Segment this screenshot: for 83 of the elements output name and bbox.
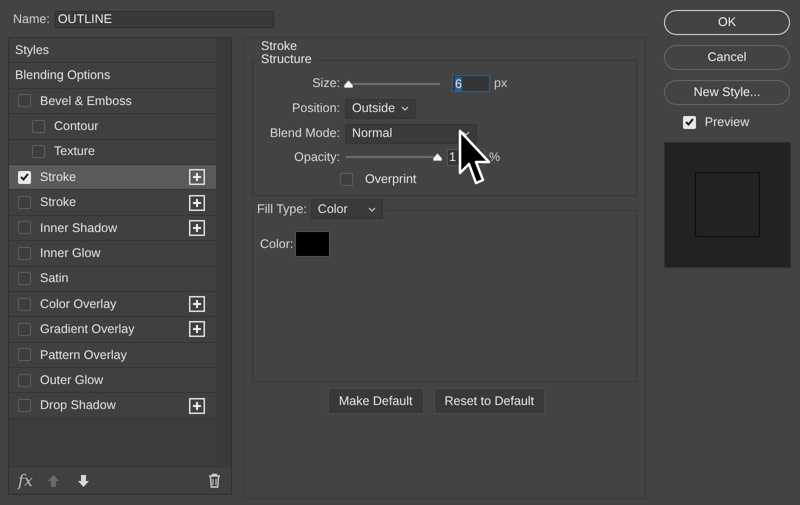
unit-label: px — [494, 75, 508, 92]
position-dropdown[interactable]: Outside — [345, 98, 416, 118]
style-list-item[interactable]: Blending Options — [9, 63, 216, 89]
fill-type-label: Fill Type: — [257, 200, 307, 218]
section-title: Stroke — [261, 39, 298, 53]
checkbox[interactable] — [18, 196, 31, 210]
style-list-item[interactable]: Inner Shadow — [9, 216, 216, 242]
checkbox[interactable] — [18, 272, 31, 286]
item-label: Stroke — [40, 168, 76, 186]
style-list-item[interactable]: Color Overlay — [9, 292, 216, 318]
style-list-item[interactable]: Gradient Overlay — [9, 317, 216, 343]
checkbox[interactable] — [18, 399, 31, 412]
item-label: Drop Shadow — [40, 397, 116, 414]
checkbox[interactable] — [340, 172, 353, 186]
checkbox[interactable] — [682, 116, 696, 129]
add-icon[interactable] — [189, 296, 205, 312]
overprint-label: Overprint — [365, 170, 416, 188]
style-list-item[interactable]: Inner Glow — [9, 241, 216, 267]
down-arrow-icon[interactable] — [76, 474, 90, 488]
checkbox[interactable] — [18, 170, 31, 184]
item-label: Bevel & Emboss — [40, 92, 132, 110]
style-list-item[interactable]: Bevel & Emboss — [9, 88, 216, 114]
dialog-button[interactable]: Cancel — [664, 45, 790, 70]
blend-mode-dropdown[interactable]: Normal — [345, 124, 477, 144]
add-icon[interactable] — [189, 194, 205, 211]
checkmark-icon — [684, 118, 694, 126]
fill-type-dropdown[interactable]: Color — [310, 199, 383, 219]
style-list-item[interactable]: Texture — [9, 140, 216, 165]
trash-icon[interactable] — [208, 473, 221, 488]
item-label: Texture — [54, 143, 95, 160]
item-label: Pattern Overlay — [40, 346, 127, 364]
opacity-label: Opacity: — [293, 148, 340, 166]
checkbox[interactable] — [18, 94, 31, 108]
add-icon[interactable] — [189, 398, 205, 414]
preview-label: Preview — [704, 114, 750, 131]
style-list-item[interactable]: Stroke — [9, 164, 216, 190]
checkbox[interactable] — [18, 221, 31, 234]
slider-thumb[interactable] — [342, 78, 354, 88]
checkmark-icon — [20, 173, 29, 182]
checkbox[interactable] — [32, 120, 45, 133]
fx-button[interactable]: fx — [18, 468, 35, 492]
item-label: Contour — [54, 118, 98, 135]
checkbox[interactable] — [18, 374, 31, 387]
style-list-item[interactable]: Stroke — [9, 190, 216, 216]
item-label: Stroke — [40, 194, 76, 212]
color-swatch[interactable] — [295, 231, 330, 257]
caret-icon — [368, 206, 376, 212]
checkbox[interactable] — [18, 298, 31, 311]
checkbox[interactable] — [32, 145, 45, 158]
dialog-button[interactable]: New Style... — [664, 80, 790, 105]
name-label: Name: — [13, 10, 50, 28]
panel-button[interactable]: Make Default — [328, 388, 424, 414]
style-list-item[interactable]: Outer Glow — [9, 368, 216, 394]
checkbox[interactable] — [18, 322, 31, 336]
blend-mode-label: Blend Mode: — [268, 125, 340, 142]
item-label: Outer Glow — [40, 372, 104, 389]
caret-icon — [401, 106, 410, 111]
slider-thumb[interactable] — [432, 152, 443, 162]
name-field[interactable]: OUTLINE — [54, 10, 274, 28]
item-label: Styles — [15, 42, 50, 59]
add-icon[interactable] — [189, 321, 205, 338]
style-list-item[interactable]: Contour — [9, 114, 216, 140]
add-icon[interactable] — [189, 169, 205, 186]
item-label: Blending Options — [15, 67, 110, 84]
item-label: Color Overlay — [40, 296, 116, 313]
size-label: Size: — [311, 75, 340, 92]
dialog-button[interactable]: OK — [664, 10, 790, 35]
style-list-item[interactable]: Satin — [9, 266, 216, 292]
unit-label: % — [489, 148, 500, 166]
color-label: Color: — [260, 236, 294, 253]
add-icon[interactable] — [189, 220, 205, 236]
item-label: Gradient Overlay — [40, 321, 134, 338]
checkbox[interactable] — [18, 246, 31, 260]
style-list-item[interactable]: Styles — [9, 38, 216, 64]
size-field[interactable]: 6 — [452, 75, 490, 92]
panel-button[interactable]: Reset to Default — [434, 388, 546, 414]
position-label: Position: — [291, 100, 340, 118]
item-label: Satin — [40, 270, 68, 288]
checkbox[interactable] — [18, 348, 31, 362]
item-label: Inner Glow — [40, 244, 100, 262]
item-label: Inner Shadow — [40, 220, 118, 237]
style-list-item[interactable]: Pattern Overlay — [9, 342, 216, 368]
style-list-item[interactable]: Drop Shadow — [9, 393, 216, 419]
